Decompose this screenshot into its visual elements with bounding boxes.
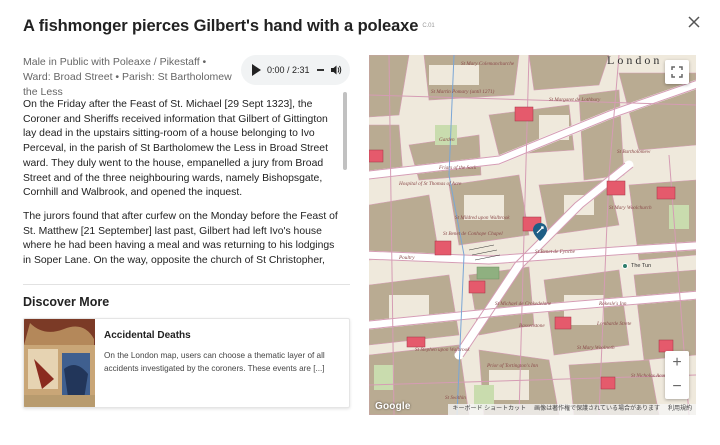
audio-time: 0:00 / 2:31 (267, 65, 310, 75)
map-label: St Nicholas Acon (631, 373, 667, 379)
map-label: Prior of Tortington's Inn (487, 363, 538, 369)
map-label: St Mary Colemanchurche (461, 61, 515, 67)
scrollbar-thumb[interactable] (343, 92, 347, 170)
map-label: Lombarde Strete (597, 321, 632, 327)
poi-label: The Tun (631, 263, 652, 269)
map-label: Rokesle's Inn (599, 301, 627, 307)
map-label: St Swithin (445, 395, 466, 401)
incident-marker-icon[interactable] (533, 223, 547, 241)
story-paragraph: On the Friday after the Feast of St. Mic… (23, 99, 328, 199)
zoom-in-icon[interactable]: + (665, 351, 689, 375)
card-thumbnail (24, 319, 95, 407)
map-label: Garden (439, 137, 455, 143)
close-icon[interactable] (686, 14, 702, 30)
map-label: St Stephen upon Walbrook (415, 347, 470, 353)
map-label: Friars of the Sack (439, 165, 477, 171)
page-title: A fishmonger pierces Gilbert's hand with… (23, 17, 435, 35)
map-label: St Margaret de Lothbury (549, 97, 601, 103)
story-text: On the Friday after the Feast of St. Mic… (23, 98, 338, 270)
map-label: Poultry (399, 255, 415, 261)
incident-meta: Male in Public with Poleaxe / Pikestaff … (23, 56, 232, 98)
poi-dot-icon (622, 263, 628, 269)
fullscreen-button[interactable] (665, 60, 689, 84)
google-logo[interactable]: Google (375, 401, 411, 412)
play-icon[interactable] (251, 64, 261, 76)
map-label: St Mildred upon Walbrook (455, 215, 510, 221)
card-description: On the London map, users can choose a th… (104, 351, 325, 373)
keyboard-shortcuts-link[interactable]: キーボード ショートカット (452, 404, 526, 415)
zoom-out-icon[interactable]: − (665, 375, 689, 399)
audio-player[interactable]: 0:00 / 2:31 (241, 55, 350, 85)
card-title[interactable]: Accidental Deaths (104, 330, 191, 341)
map-attribution: キーボード ショートカット 画像は著作権で保護されている場合があります 利用規約 (448, 404, 696, 415)
volume-icon[interactable] (330, 64, 342, 76)
map-label: St Mary Woolchurch (609, 205, 652, 211)
discover-card[interactable]: Accidental Deaths On the London map, use… (23, 318, 350, 408)
map-label: St Michael de Crokedelane (495, 301, 552, 307)
discover-more-heading: Discover More (23, 295, 110, 309)
title-code: C.01 (422, 23, 435, 29)
zoom-control[interactable]: + − (665, 351, 689, 399)
copyright-notice: 画像は著作権で保護されている場合があります (534, 406, 660, 412)
poi-marker[interactable]: The Tun (622, 263, 651, 269)
map-label: St Bartholomew (617, 149, 651, 155)
map-label: St Mary Woolnoth (577, 345, 615, 351)
story-scrollbar[interactable] (341, 90, 349, 270)
map-label: St Benet de Conhope Chapel (443, 231, 503, 237)
fullscreen-icon (671, 66, 683, 78)
map-label: St Benet de Fynche (535, 249, 575, 255)
audio-progress-handle[interactable] (317, 69, 324, 71)
terms-link[interactable]: 利用規約 (668, 404, 692, 415)
story-paragraph: The jurors found that after curfew on th… (23, 210, 338, 270)
map-label: Bassenstone (519, 323, 545, 329)
map-label: Hospital of St Thomas of Acre (399, 181, 462, 187)
map-label: St Martin Pomary (until 1271) (431, 89, 495, 95)
divider (23, 284, 350, 285)
map-view[interactable]: London St Mary Colemanchurche St Martin … (369, 55, 696, 415)
map-label-london: London (607, 55, 663, 67)
